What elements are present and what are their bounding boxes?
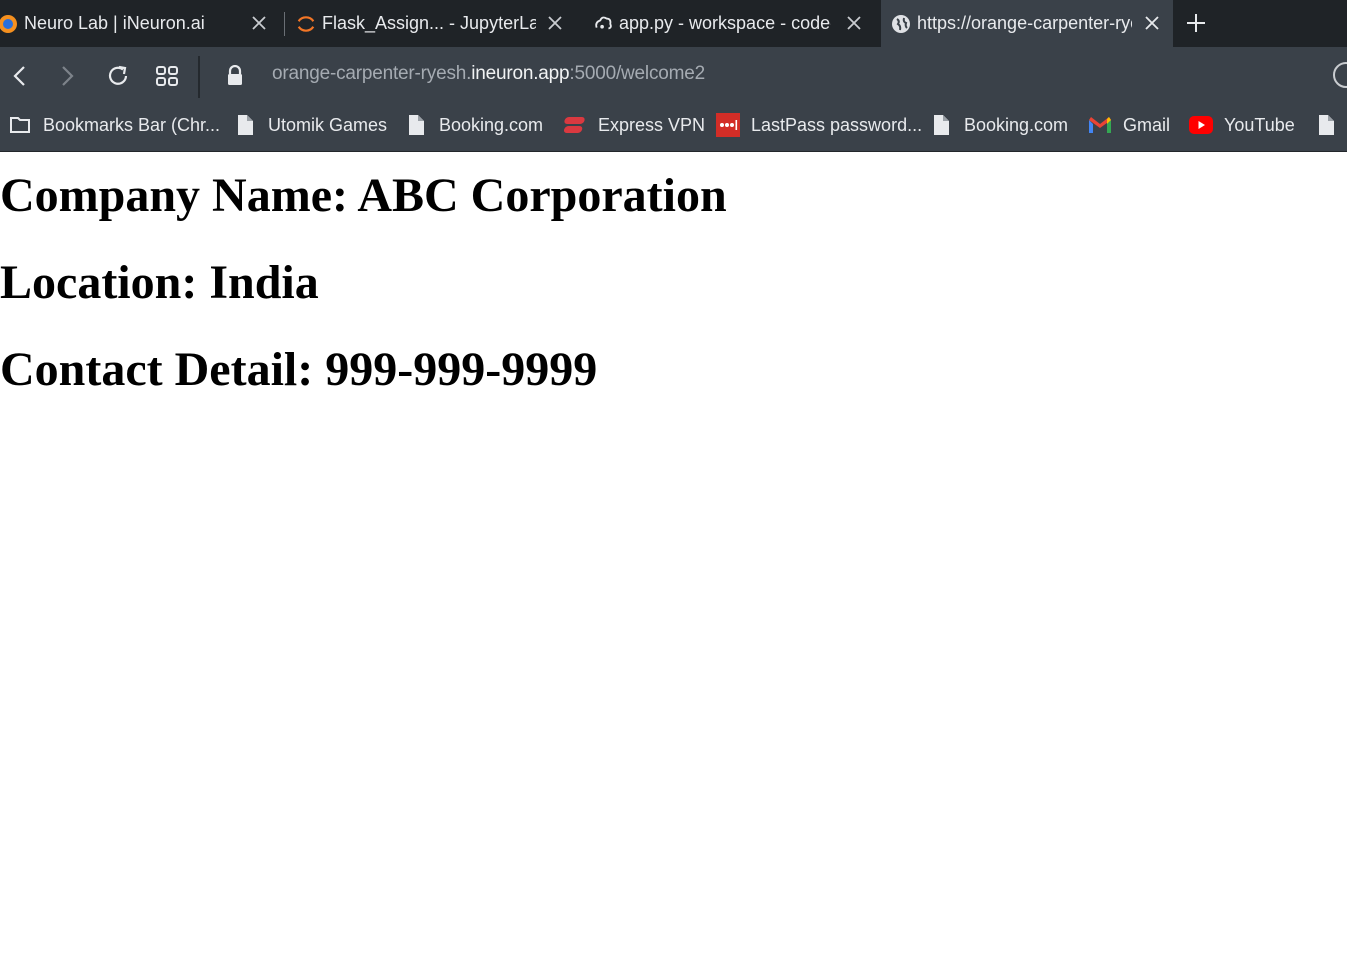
- expressvpn-icon: [563, 113, 587, 137]
- bookmark-item-overflow[interactable]: [1314, 104, 1347, 146]
- navigation-toolbar: orange-carpenter-ryesh.ineuron.app:5000/…: [0, 47, 1347, 104]
- lastpass-icon: [716, 113, 740, 137]
- bookmark-label: Booking.com: [439, 114, 544, 135]
- tab-neuro-lab[interactable]: Neuro Lab | iNeuron.ai: [0, 0, 280, 47]
- profile-icon[interactable]: [1333, 62, 1347, 88]
- bookmark-item[interactable]: Express VPN: [563, 104, 705, 146]
- back-button[interactable]: [5, 61, 35, 91]
- bookmark-label: Bookmarks Bar (Chr...: [43, 114, 221, 135]
- url-path: :5000/welcome2: [569, 63, 705, 84]
- ineuron-logo-icon: [0, 14, 18, 34]
- address-bar[interactable]: orange-carpenter-ryesh.ineuron.app:5000/…: [272, 63, 705, 85]
- page-icon: [929, 113, 953, 137]
- reload-button[interactable]: [103, 61, 133, 91]
- bookmark-folder[interactable]: Bookmarks Bar (Chr...: [8, 104, 220, 146]
- page-icon: [404, 113, 428, 137]
- location-heading: Location: India: [0, 256, 319, 309]
- tab-welcome2-active[interactable]: https://orange-carpenter-ryesh.ineuron.a…: [881, 0, 1173, 47]
- bookmark-label: LastPass password...: [751, 114, 923, 135]
- tab-title: Flask_Assign... - JupyterLab: [322, 13, 536, 33]
- gmail-icon: [1088, 113, 1112, 137]
- page-icon: [233, 113, 257, 137]
- close-icon[interactable]: [248, 12, 270, 34]
- jupyter-logo-icon: [296, 14, 316, 34]
- bookmark-label: YouTube: [1224, 114, 1295, 135]
- bookmark-item[interactable]: LastPass password...: [716, 104, 922, 146]
- new-tab-button[interactable]: [1184, 11, 1208, 35]
- lock-icon[interactable]: [225, 64, 245, 87]
- url-subdomain: orange-carpenter-ryesh.: [272, 63, 472, 84]
- bookmark-item[interactable]: Gmail: [1088, 104, 1170, 146]
- bookmark-item[interactable]: YouTube: [1189, 104, 1295, 146]
- close-icon[interactable]: [843, 12, 865, 34]
- bookmark-label: Utomik Games: [268, 114, 388, 135]
- tab-grid-button[interactable]: [152, 61, 182, 91]
- bookmark-item[interactable]: Booking.com: [929, 104, 1068, 146]
- bookmark-label: Gmail: [1123, 114, 1171, 135]
- company-name-heading: Company Name: ABC Corporation: [0, 169, 727, 222]
- bookmark-item[interactable]: Utomik Games: [233, 104, 387, 146]
- youtube-icon: [1189, 113, 1213, 137]
- tab-strip: Neuro Lab | iNeuron.ai Flask_Assign... -…: [0, 0, 1347, 47]
- tab-title: https://orange-carpenter-ryesh.ineuron.a…: [917, 13, 1132, 33]
- close-icon[interactable]: [1141, 12, 1163, 34]
- close-icon[interactable]: [544, 12, 566, 34]
- tab-jupyterlab[interactable]: Flask_Assign... - JupyterLab: [296, 0, 576, 47]
- bookmarks-bar: Bookmarks Bar (Chr... Utomik Games Booki…: [0, 104, 1347, 152]
- contact-detail-heading: Contact Detail: 999-999-9999: [0, 343, 598, 396]
- globe-icon: [891, 14, 911, 34]
- bookmark-item[interactable]: Booking.com: [404, 104, 543, 146]
- toolbar-divider: [198, 56, 200, 98]
- tab-code-server[interactable]: app.py - workspace - code-server: [593, 0, 875, 47]
- bookmark-label: Express VPN: [598, 114, 706, 135]
- tab-divider: [284, 12, 285, 36]
- page-icon: [1314, 113, 1338, 137]
- code-server-logo-icon: [593, 14, 613, 34]
- bookmark-label: Booking.com: [964, 114, 1069, 135]
- tab-title: app.py - workspace - code-server: [619, 13, 831, 33]
- tab-title: Neuro Lab | iNeuron.ai: [24, 13, 205, 33]
- url-host: ineuron.app: [471, 63, 570, 84]
- forward-button[interactable]: [52, 61, 82, 91]
- folder-icon: [8, 113, 32, 137]
